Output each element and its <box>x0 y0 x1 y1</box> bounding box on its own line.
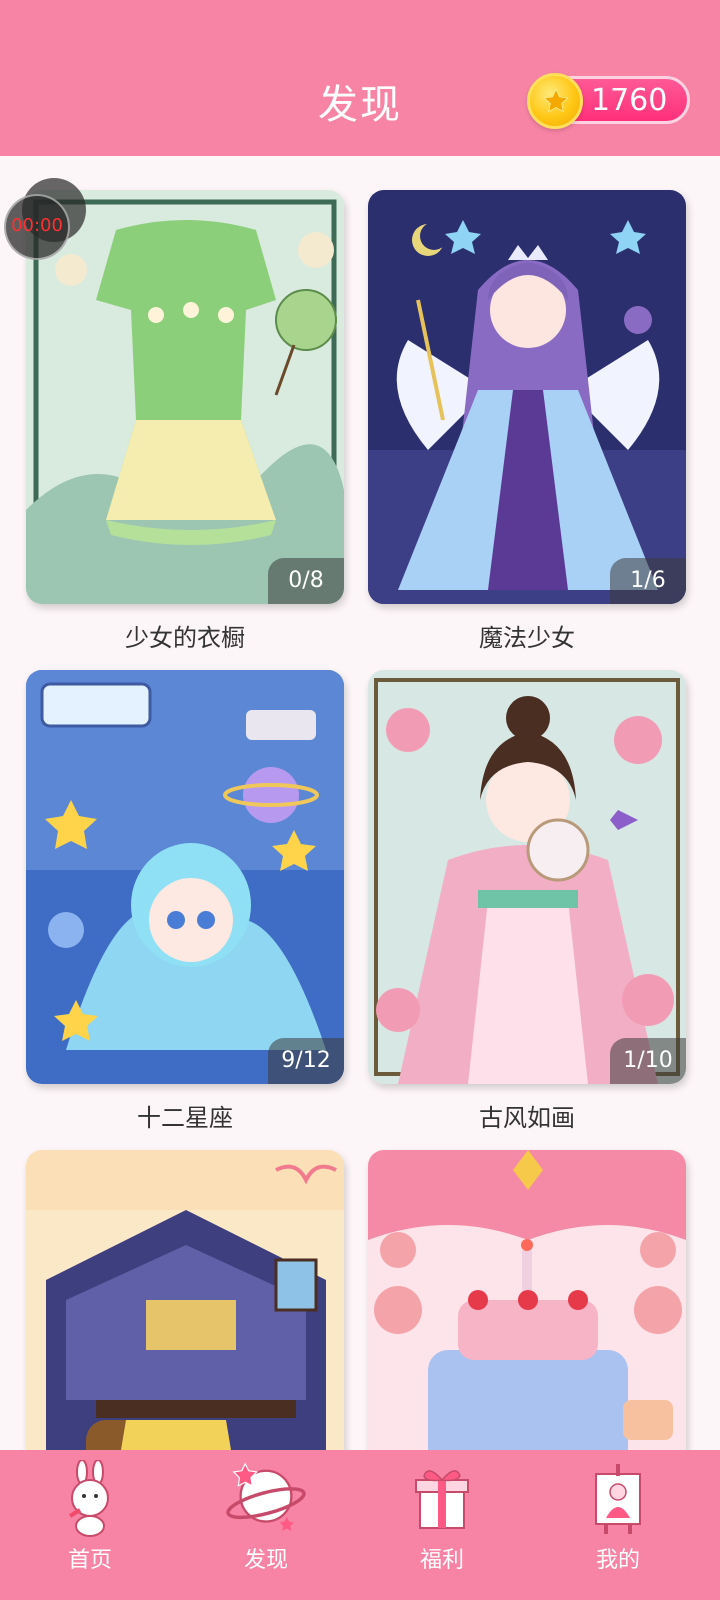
magic-girl-illustration <box>368 190 686 604</box>
top-bar: 发现 1760 <box>0 0 720 156</box>
card-sweet-cake[interactable] <box>368 1150 686 1450</box>
card-label-wardrobe[interactable]: 少女的衣橱 <box>26 618 344 653</box>
sweet-cake-illustration <box>368 1150 686 1450</box>
card-magic-girl[interactable]: 1/6 <box>368 190 686 604</box>
tab-label: 我的 <box>595 1548 640 1573</box>
profile-frame-icon <box>595 1464 641 1534</box>
coin-icon <box>527 73 583 129</box>
card-label-zodiac[interactable]: 十二星座 <box>26 1098 344 1133</box>
card-cozy-room[interactable] <box>26 1150 344 1450</box>
tab-home[interactable]: 首页 <box>0 1450 180 1600</box>
ancient-style-illustration <box>368 670 686 1084</box>
zodiac-illustration <box>26 670 344 1084</box>
bunny-icon <box>68 1460 109 1537</box>
gift-icon <box>415 1470 469 1529</box>
card-progress: 1/6 <box>610 558 686 604</box>
planet-icon <box>226 1462 306 1531</box>
tab-welfare[interactable]: 福利 <box>352 1450 532 1600</box>
card-progress: 9/12 <box>268 1038 344 1084</box>
tab-label: 福利 <box>419 1548 464 1573</box>
tab-label: 首页 <box>67 1548 112 1573</box>
coin-count: 1760 <box>591 83 668 118</box>
tab-discover[interactable]: 发现 <box>176 1450 356 1600</box>
card-ancient-style[interactable]: 1/10 <box>368 670 686 1084</box>
coin-balance[interactable]: 1760 <box>527 73 690 129</box>
cozy-room-illustration <box>26 1150 344 1450</box>
card-progress: 0/8 <box>268 558 344 604</box>
tab-mine[interactable]: 我的 <box>528 1450 708 1600</box>
bottom-tab-bar: 首页 发现 福利 我的 <box>0 1450 720 1600</box>
card-zodiac[interactable]: 9/12 <box>26 670 344 1084</box>
card-label-magic-girl[interactable]: 魔法少女 <box>368 618 686 653</box>
card-progress: 1/10 <box>610 1038 686 1084</box>
card-label-ancient-style[interactable]: 古风如画 <box>368 1098 686 1133</box>
floating-timer[interactable]: 00:00 <box>4 178 86 260</box>
timer-text: 00:00 <box>11 215 63 236</box>
tab-label: 发现 <box>243 1548 288 1573</box>
discover-grid[interactable]: 0/8 少女的衣橱 1/6 魔法少女 9/12 十二星座 1/10 古风如画 0… <box>0 156 720 1450</box>
